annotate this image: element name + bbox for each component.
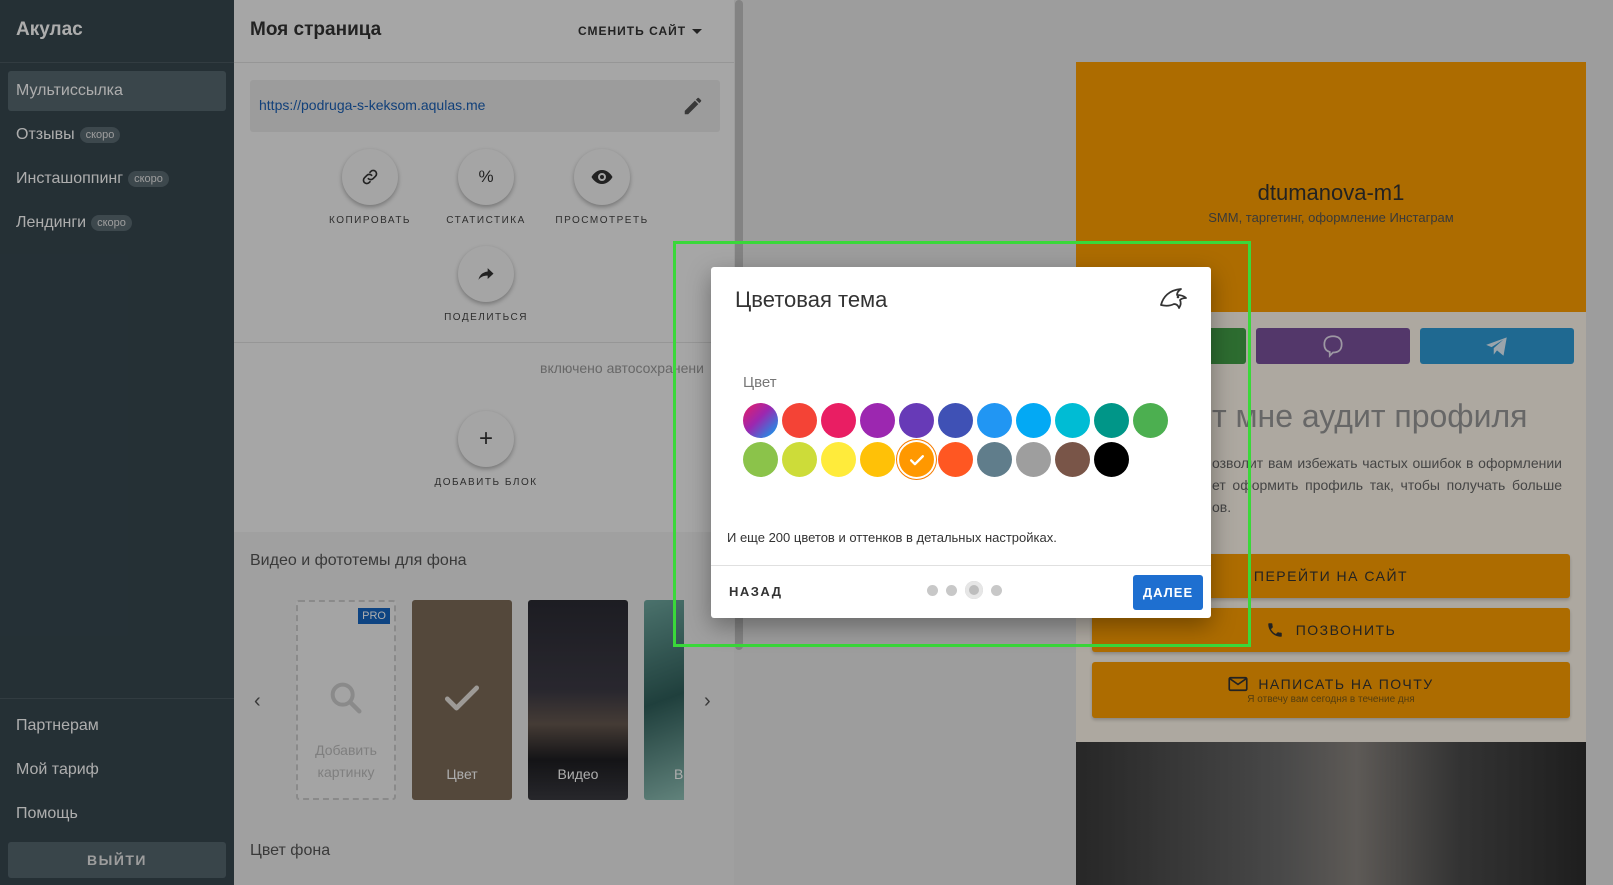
color-swatch[interactable]: [899, 442, 934, 477]
color-swatch[interactable]: [1055, 442, 1090, 477]
color-swatch[interactable]: [743, 403, 778, 438]
color-swatch[interactable]: [938, 403, 973, 438]
color-swatch[interactable]: [860, 442, 895, 477]
check-icon: [909, 454, 924, 465]
color-swatch[interactable]: [860, 403, 895, 438]
color-swatch[interactable]: [938, 442, 973, 477]
color-swatch[interactable]: [821, 442, 856, 477]
color-label: Цвет: [743, 374, 777, 391]
color-swatch[interactable]: [782, 442, 817, 477]
color-swatch[interactable]: [1016, 442, 1051, 477]
step-dot[interactable]: [965, 581, 983, 599]
divider: [711, 565, 1211, 566]
color-swatch[interactable]: [977, 442, 1012, 477]
color-swatch[interactable]: [743, 442, 778, 477]
color-theme-dialog: Цветовая тема Цвет И еще 200 цветов и от…: [711, 267, 1211, 618]
color-swatch[interactable]: [977, 403, 1012, 438]
step-dot[interactable]: [946, 584, 957, 596]
step-indicator: [927, 581, 1002, 599]
dialog-title: Цветовая тема: [735, 287, 888, 312]
color-swatch[interactable]: [1055, 403, 1090, 438]
color-swatch[interactable]: [1094, 403, 1129, 438]
color-swatch[interactable]: [821, 403, 856, 438]
shark-logo-icon: [1160, 288, 1187, 309]
color-swatch[interactable]: [782, 403, 817, 438]
color-swatch[interactable]: [899, 403, 934, 438]
color-swatch[interactable]: [1016, 403, 1051, 438]
color-swatch[interactable]: [1094, 442, 1129, 477]
next-button[interactable]: ДАЛЕЕ: [1133, 575, 1203, 610]
color-swatch[interactable]: [1133, 403, 1168, 438]
back-button[interactable]: НАЗАД: [729, 584, 783, 599]
step-dot[interactable]: [927, 584, 938, 596]
more-colors-note: И еще 200 цветов и оттенков в детальных …: [727, 530, 1057, 545]
step-dot[interactable]: [991, 584, 1002, 596]
